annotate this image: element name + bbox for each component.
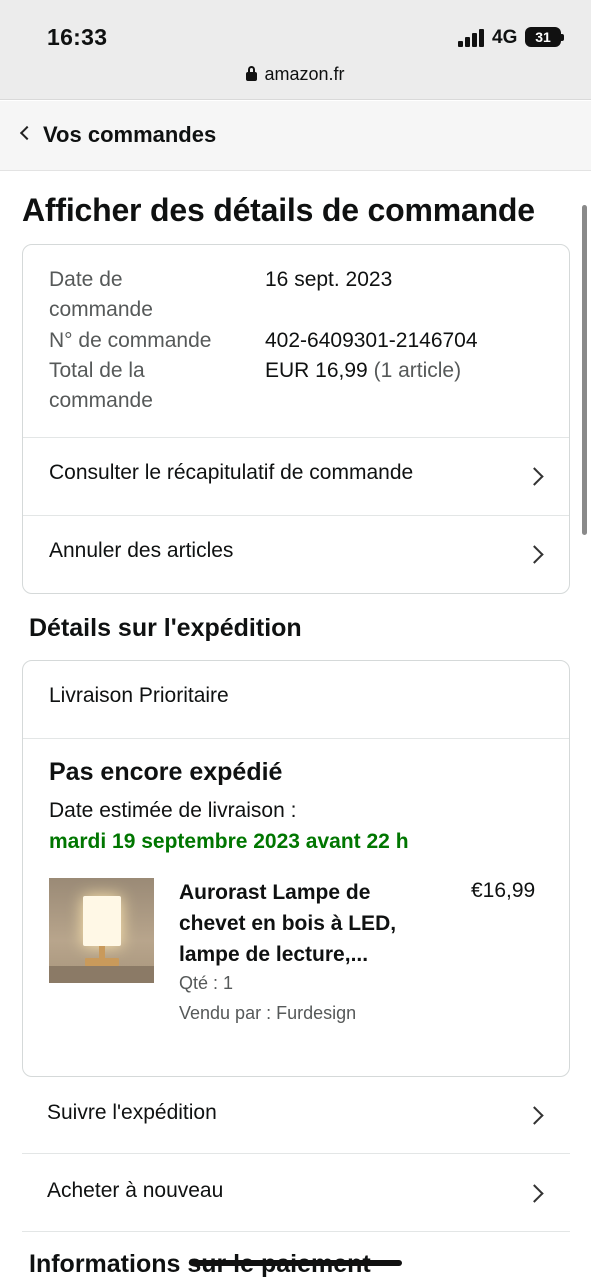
estimate-date: mardi 19 septembre 2023 avant 22 h bbox=[49, 830, 409, 853]
order-total-value: EUR 16,99 (1 article) bbox=[265, 359, 462, 382]
cancel-items-link[interactable]: Annuler des articles bbox=[23, 516, 569, 593]
chevron-right-icon bbox=[525, 545, 544, 564]
track-shipment-link[interactable]: Suivre l'expédition bbox=[22, 1077, 570, 1154]
order-number-label: N° de commande bbox=[49, 329, 212, 352]
order-item-count: (1 article) bbox=[373, 359, 462, 382]
browser-chrome: 16:33 4G 31 amazon.fr bbox=[0, 0, 591, 100]
chevron-right-icon bbox=[525, 1184, 544, 1203]
shipping-section-title: Détails sur l'expédition bbox=[29, 614, 302, 642]
scrollbar[interactable] bbox=[582, 205, 587, 535]
shipping-type: Livraison Prioritaire bbox=[49, 684, 229, 707]
battery-tip bbox=[561, 34, 564, 41]
chevron-right-icon bbox=[525, 467, 544, 486]
divider bbox=[23, 738, 569, 739]
order-info-card: Date de commande 16 sept. 2023 N° de com… bbox=[22, 244, 570, 594]
estimate-label: Date estimée de livraison : bbox=[49, 799, 297, 822]
back-link[interactable]: Vos commandes bbox=[43, 122, 216, 148]
status-time: 16:33 bbox=[47, 24, 108, 50]
home-indicator[interactable] bbox=[190, 1260, 402, 1266]
page-title: Afficher des détails de commande bbox=[22, 192, 535, 228]
product-seller: Vendu par : Furdesign bbox=[179, 1003, 357, 1023]
signal-icon bbox=[458, 29, 486, 47]
product-image[interactable] bbox=[49, 878, 154, 983]
network-type: 4G bbox=[492, 27, 518, 48]
order-summary-link[interactable]: Consulter le récapitulatif de commande bbox=[23, 438, 569, 515]
order-date-label: Date de commande bbox=[49, 268, 153, 321]
shipment-card: Livraison Prioritaire Pas encore expédié… bbox=[22, 660, 570, 1077]
shipment-status: Pas encore expédié bbox=[49, 758, 283, 786]
url-domain: amazon.fr bbox=[264, 64, 345, 84]
product-price: €16,99 bbox=[471, 879, 536, 902]
battery-icon: 31 bbox=[525, 27, 561, 47]
chevron-right-icon bbox=[525, 1106, 544, 1125]
order-date-value: 16 sept. 2023 bbox=[265, 268, 393, 291]
lock-icon bbox=[246, 66, 258, 81]
url-bar[interactable]: amazon.fr bbox=[0, 64, 591, 85]
order-number-value: 402-6409301-2146704 bbox=[265, 329, 478, 352]
product-title-link[interactable]: Aurorast Lampe de chevet en bois à LED, … bbox=[179, 877, 429, 970]
order-total-label: Total de la commande bbox=[49, 359, 153, 412]
product-quantity: Qté : 1 bbox=[179, 973, 234, 993]
buy-again-link[interactable]: Acheter à nouveau bbox=[22, 1155, 570, 1232]
